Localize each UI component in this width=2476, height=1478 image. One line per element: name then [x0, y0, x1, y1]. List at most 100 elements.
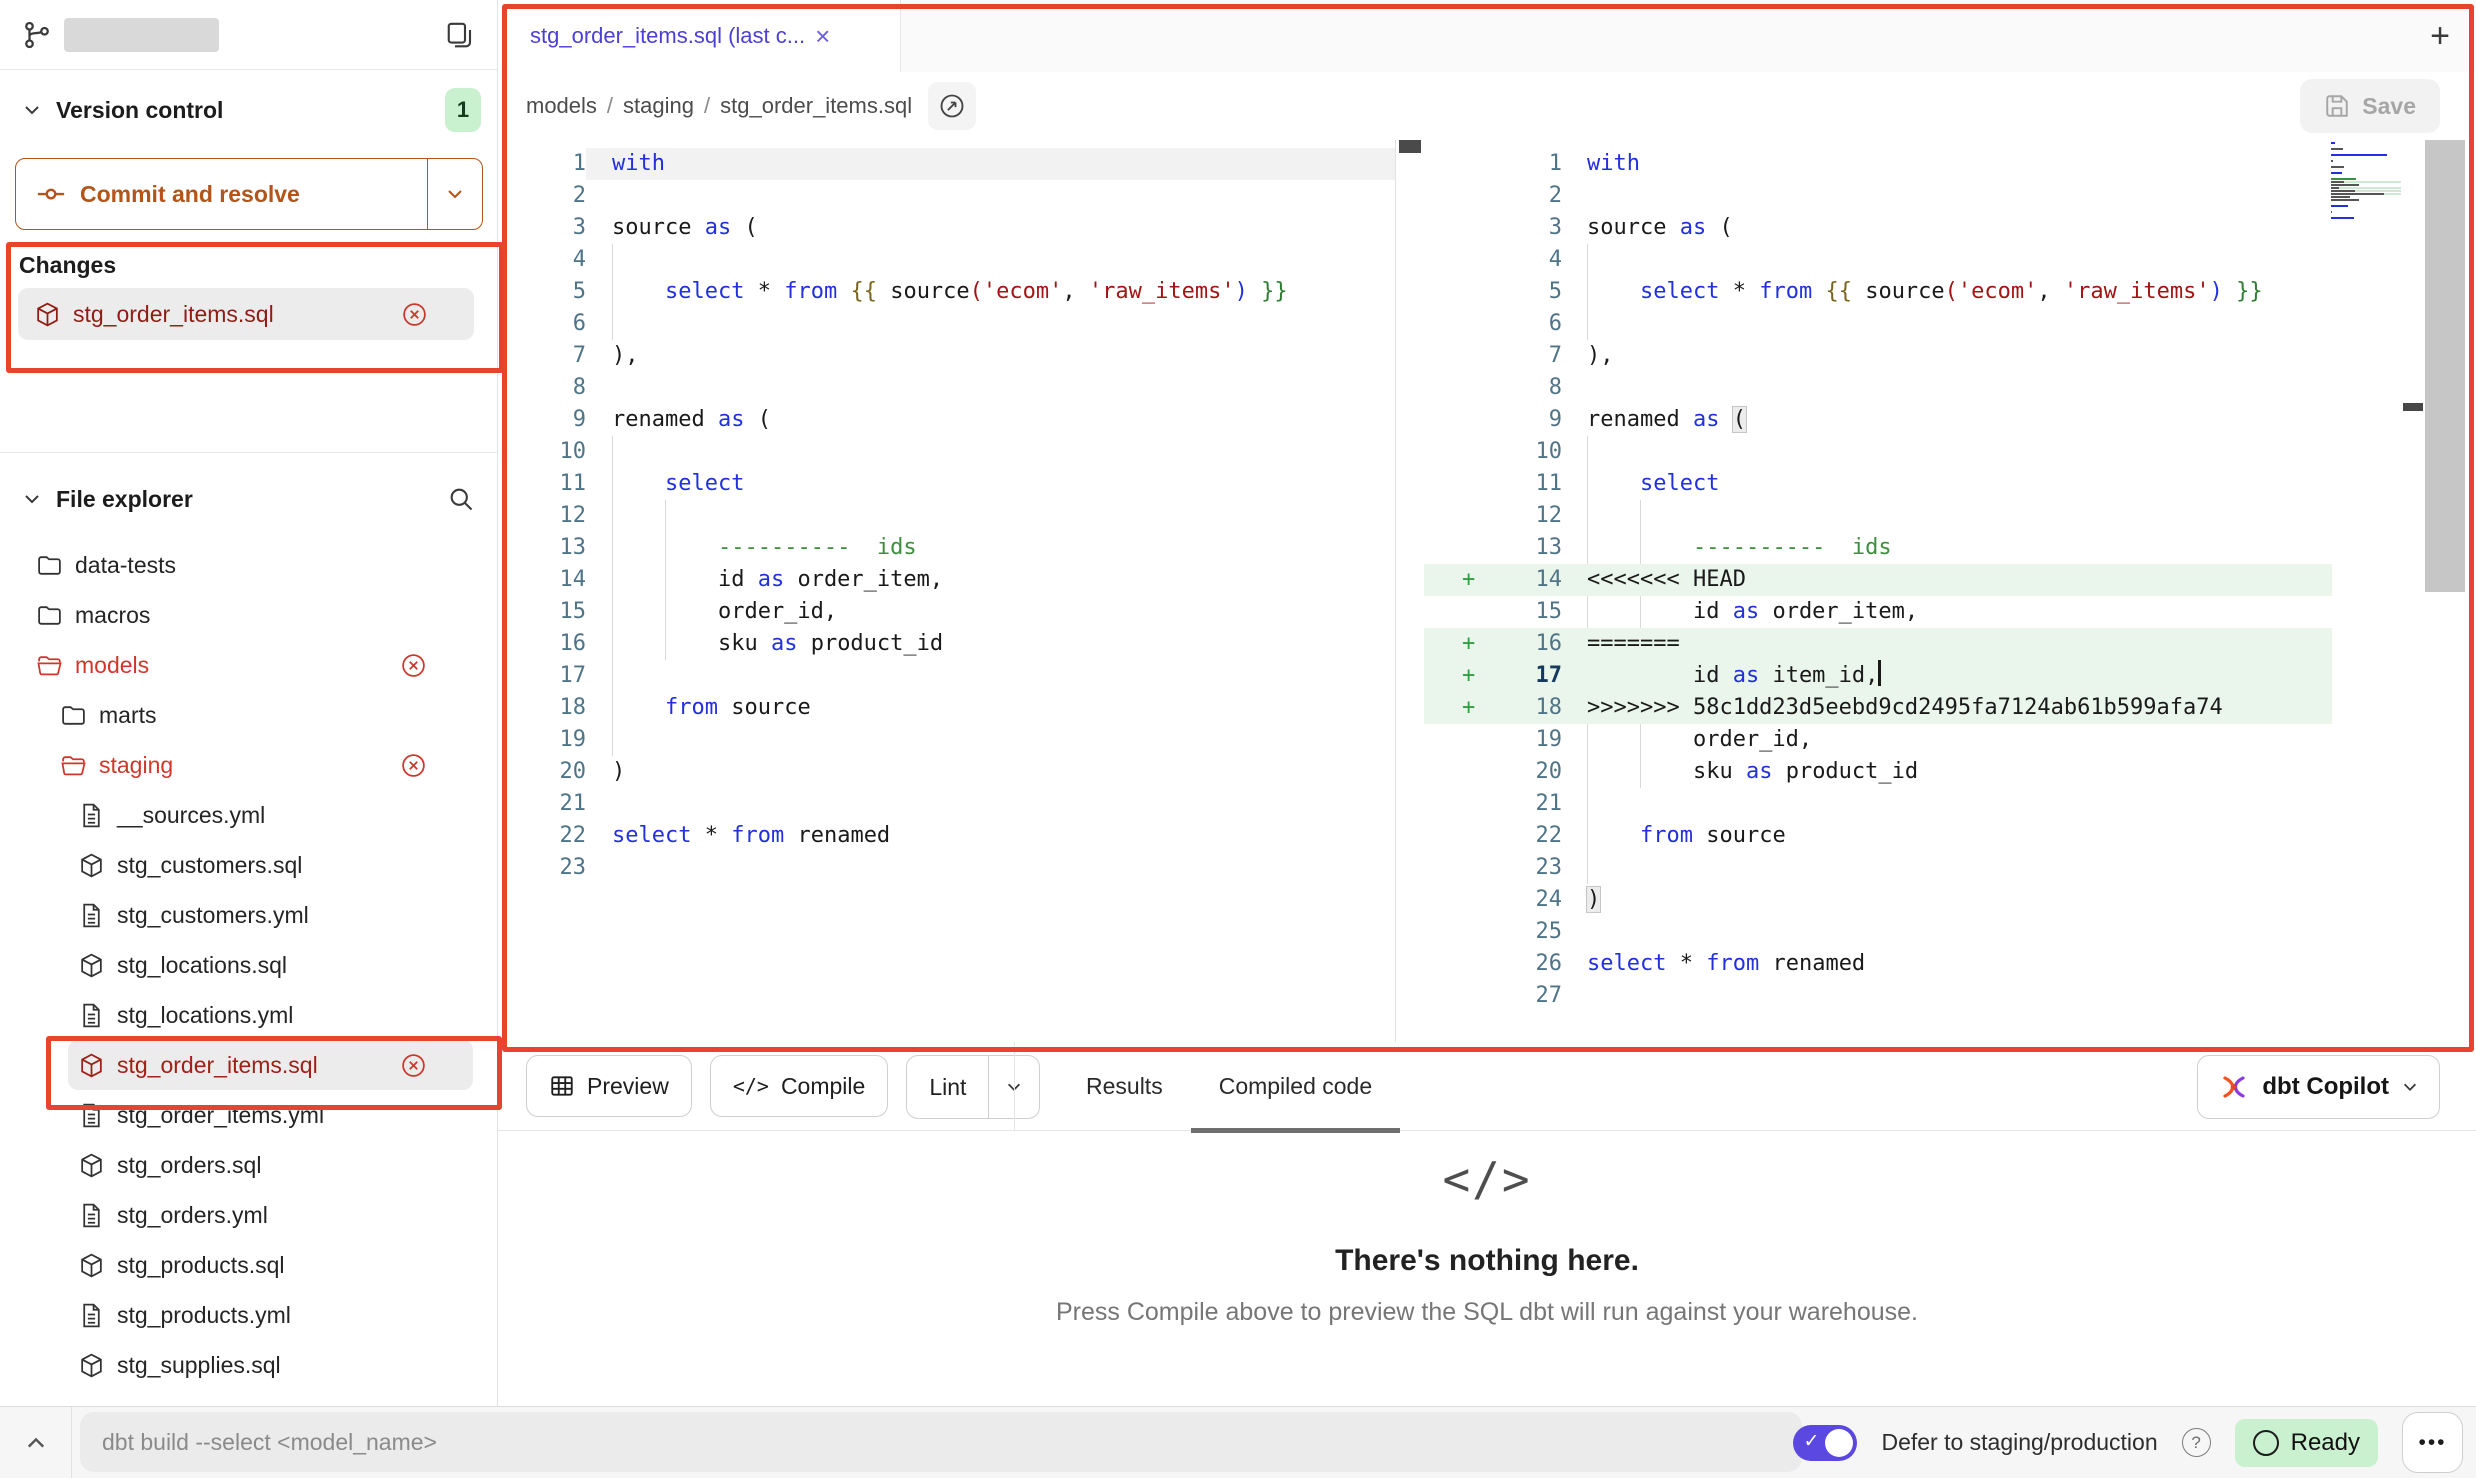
discard-change-icon[interactable]	[400, 752, 427, 779]
commit-and-resolve-button[interactable]: Commit and resolve	[15, 158, 483, 230]
line-number: 22	[1484, 820, 1562, 852]
commit-options-caret[interactable]	[427, 159, 482, 229]
file-tree-item-stg-orders-yml[interactable]: stg_orders.yml	[0, 1190, 497, 1240]
tab-results[interactable]: Results	[1058, 1042, 1191, 1130]
tab-compiled-code[interactable]: Compiled code	[1191, 1042, 1400, 1130]
code-line: 8	[1424, 372, 2332, 404]
compile-label: Compile	[781, 1073, 865, 1100]
file-tree-item-stg-order-items-yml[interactable]: stg_order_items.yml	[0, 1090, 497, 1140]
line-number: 13	[498, 532, 586, 564]
empty-state-subtitle: Press Compile above to preview the SQL d…	[1056, 1298, 1918, 1327]
file-tree-item-data-tests[interactable]: data-tests	[0, 540, 497, 590]
code-line: 1with	[498, 148, 1395, 180]
minimap[interactable]	[2331, 142, 2401, 223]
command-input[interactable]	[80, 1412, 1802, 1472]
version-control-header[interactable]: Version control 1	[0, 80, 497, 140]
line-number: 5	[498, 276, 586, 308]
line-number: 16	[498, 628, 586, 660]
lint-label[interactable]: Lint	[907, 1056, 988, 1118]
file-icon	[78, 1202, 105, 1229]
file-tree-item-marts[interactable]: marts	[0, 690, 497, 740]
line-number: 1	[498, 148, 586, 180]
empty-state-title: There's nothing here.	[1335, 1244, 1639, 1278]
code-line: 11 select	[498, 468, 1395, 500]
code-line: 5 select * from {{ source('ecom', 'raw_i…	[498, 276, 1395, 308]
left-pane-scroll-marker[interactable]	[1399, 140, 1421, 153]
diff-added-marker: +	[1424, 564, 1484, 596]
text-cursor	[1878, 660, 1881, 686]
diff-added-marker	[1424, 948, 1484, 980]
search-icon[interactable]	[447, 485, 475, 513]
file-tree-item-stg-products-yml[interactable]: stg_products.yml	[0, 1290, 497, 1340]
save-button[interactable]: Save	[2300, 79, 2440, 133]
file-tree-item-stg-locations-yml[interactable]: stg_locations.yml	[0, 990, 497, 1040]
line-number: 15	[1484, 596, 1562, 628]
line-number: 10	[498, 436, 586, 468]
file-icon	[78, 802, 105, 829]
dbt-copilot-button[interactable]: dbt Copilot	[2197, 1055, 2440, 1119]
git-commit-icon	[36, 179, 66, 209]
diff-added-marker	[1424, 852, 1484, 884]
file-explorer-header[interactable]: File explorer	[0, 470, 497, 528]
defer-toggle[interactable]: ✓	[1793, 1425, 1857, 1461]
copy-files-icon[interactable]	[445, 20, 475, 50]
code-line: 6	[498, 308, 1395, 340]
file-tree-item-models[interactable]: models	[0, 640, 497, 690]
file-tree-item-stg-locations-sql[interactable]: stg_locations.sql	[0, 940, 497, 990]
file-tree-item-stg-orders-sql[interactable]: stg_orders.sql	[0, 1140, 497, 1190]
discard-change-icon[interactable]	[400, 1052, 427, 1079]
lineage-icon-button[interactable]	[928, 82, 976, 130]
file-tree-item--sources-yml[interactable]: __sources.yml	[0, 790, 497, 840]
code-line: 7),	[498, 340, 1395, 372]
diff-added-marker	[1424, 308, 1484, 340]
tab-stg-order-items[interactable]: stg_order_items.sql (last c... ×	[498, 0, 901, 72]
model-icon	[78, 1352, 105, 1379]
diff-added-marker	[1424, 372, 1484, 404]
lint-split-button[interactable]: Lint	[906, 1055, 1040, 1119]
code-line: 13 ---------- ids	[498, 532, 1395, 564]
vertical-scrollbar-thumb[interactable]	[2425, 140, 2465, 592]
compile-button[interactable]: </> Compile	[710, 1055, 889, 1117]
code-line: 12	[498, 500, 1395, 532]
file-tree-item-stg-supplies-sql[interactable]: stg_supplies.sql	[0, 1340, 497, 1390]
line-number: 8	[1484, 372, 1562, 404]
discard-change-icon[interactable]	[400, 652, 427, 679]
file-icon	[78, 902, 105, 929]
code-line: 16 sku as product_id	[498, 628, 1395, 660]
preview-button[interactable]: Preview	[526, 1055, 692, 1117]
code-pane-modified[interactable]: 1with23source as (45 select * from {{ so…	[1424, 140, 2476, 1042]
breadcrumb-filename: stg_order_items.sql	[720, 93, 912, 118]
commit-and-resolve-main[interactable]: Commit and resolve	[16, 159, 427, 229]
file-tree-item-stg-products-sql[interactable]: stg_products.sql	[0, 1240, 497, 1290]
branch-name-redacted	[64, 18, 219, 52]
file-tree-item-stg-customers-sql[interactable]: stg_customers.sql	[0, 840, 497, 890]
file-explorer-title: File explorer	[56, 486, 193, 513]
file-tree-item-stg-order-items-sql[interactable]: stg_order_items.sql	[0, 1040, 497, 1090]
new-tab-button[interactable]: +	[2430, 17, 2450, 56]
code-line: 21	[1424, 788, 2332, 820]
tab-close-icon[interactable]: ×	[815, 23, 830, 49]
code-line: +18>>>>>>> 58c1dd23d5eebd9cd2495fa7124ab…	[1424, 692, 2332, 724]
file-tree-item-macros[interactable]: macros	[0, 590, 497, 640]
help-icon[interactable]: ?	[2182, 1428, 2211, 1457]
defer-label: Defer to staging/production	[1881, 1429, 2157, 1456]
breadcrumb-models: models	[526, 93, 597, 118]
file-tree-item-staging[interactable]: staging	[0, 740, 497, 790]
line-number: 10	[1484, 436, 1562, 468]
status-bar: ✓ Defer to staging/production ? Ready ••…	[0, 1406, 2476, 1478]
diff-added-marker	[1424, 276, 1484, 308]
breadcrumb-separator: /	[607, 93, 613, 118]
chevron-up-icon[interactable]	[24, 1431, 48, 1455]
sidebar: Version control 1 Commit and resolve Cha…	[0, 0, 498, 1407]
code-line: 19	[498, 724, 1395, 756]
code-pane-original[interactable]: 1with23source as (45 select * from {{ so…	[498, 140, 1396, 1042]
toggle-knob	[1825, 1429, 1853, 1457]
folder-open-icon	[36, 652, 63, 679]
file-tree-item-stg-customers-yml[interactable]: stg_customers.yml	[0, 890, 497, 940]
more-options-button[interactable]: •••	[2402, 1412, 2463, 1473]
code-brackets-icon: </>	[1442, 1152, 1531, 1206]
file-tree-item-label: stg_products.yml	[117, 1302, 291, 1329]
discard-change-icon[interactable]	[401, 301, 428, 328]
code-line: 21	[498, 788, 1395, 820]
changes-item-stg-order-items[interactable]: stg_order_items.sql	[18, 288, 474, 340]
